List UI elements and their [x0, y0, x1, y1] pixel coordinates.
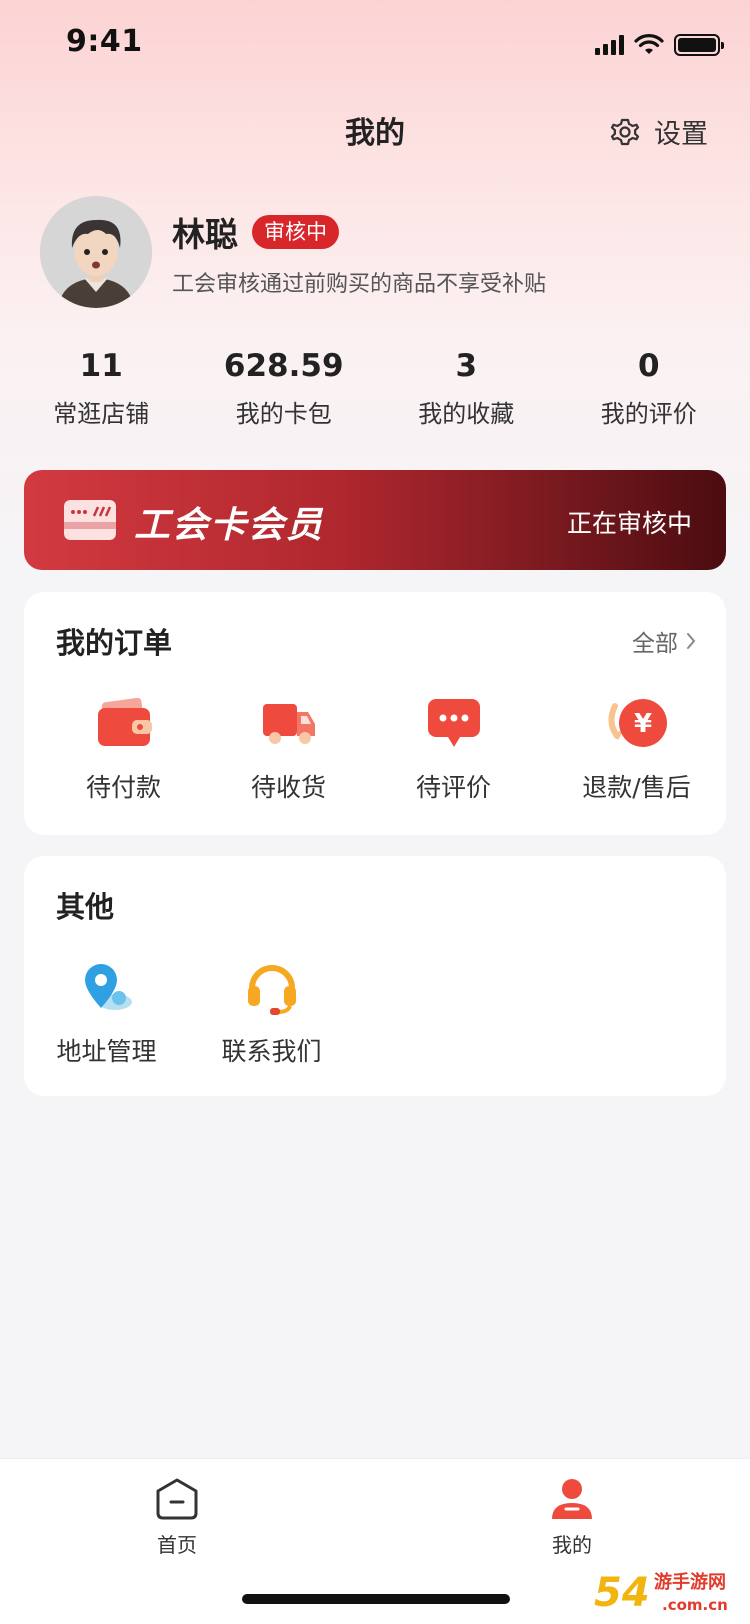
- headset-icon: [247, 965, 296, 1015]
- other-item-label: 地址管理: [56, 1037, 157, 1066]
- tab-home-label: 首页: [157, 1533, 197, 1557]
- tab-mine[interactable]: 我的: [522, 1477, 622, 1558]
- orders-card: 我的订单 全部 待付款 待收货 待评价 ¥ 退款/售后: [24, 592, 726, 835]
- signal-icon: [595, 35, 624, 55]
- card-icon: [64, 500, 116, 540]
- stat-value: 0: [637, 348, 660, 384]
- status-time: 9:41: [66, 24, 143, 59]
- order-item-label: 退款/售后: [582, 773, 691, 802]
- subsidy-notice: 工会审核通过前购买的商品不享受补贴: [172, 272, 547, 297]
- stat-value: 3: [455, 348, 478, 384]
- battery-icon: [674, 34, 724, 56]
- order-refund-aftersale[interactable]: ¥ 退款/售后: [554, 692, 719, 804]
- stat-value: 11: [79, 348, 123, 384]
- svg-text:¥: ¥: [633, 709, 651, 739]
- profile-name-row: 林聪 审核中: [172, 208, 339, 256]
- order-pending-payment[interactable]: 待付款: [41, 692, 206, 804]
- orders-grid: 待付款 待收货 待评价 ¥ 退款/售后: [24, 692, 726, 804]
- stat-favorite-shops[interactable]: 11 常逛店铺: [10, 348, 193, 429]
- stat-collections[interactable]: 3 我的收藏: [375, 348, 558, 429]
- gear-icon: [610, 118, 640, 145]
- stats-row: 11 常逛店铺 628.59 我的卡包 3 我的收藏 0 我的评价: [10, 348, 740, 429]
- order-item-label: 待评价: [415, 773, 491, 802]
- stat-reviews[interactable]: 0 我的评价: [558, 348, 741, 429]
- others-title: 其他: [56, 890, 115, 924]
- home-icon: [156, 1478, 198, 1520]
- stat-label: 我的卡包: [235, 400, 332, 428]
- chevron-right-icon: [687, 633, 696, 649]
- order-item-label: 待收货: [250, 773, 326, 802]
- stat-label: 我的收藏: [418, 400, 515, 428]
- order-item-label: 待付款: [85, 773, 161, 802]
- status-bar: 9:41: [0, 0, 750, 92]
- order-pending-review[interactable]: 待评价: [371, 692, 536, 804]
- union-card-banner[interactable]: 工会卡会员 正在审核中: [24, 470, 726, 570]
- tab-home[interactable]: 首页: [127, 1477, 227, 1558]
- svg-text:游手游网: 游手游网: [654, 1571, 726, 1593]
- all-orders-label: 全部: [632, 631, 678, 657]
- settings-label: 设置: [654, 119, 708, 150]
- user-icon: [552, 1479, 592, 1519]
- contact-us[interactable]: 联系我们: [189, 956, 354, 1068]
- wallet-icon: [97, 698, 152, 746]
- banner-title: 工会卡会员: [134, 505, 325, 546]
- all-orders-link[interactable]: 全部: [632, 624, 696, 658]
- others-card: 其他 地址管理 联系我们: [24, 856, 726, 1096]
- stat-label: 我的评价: [600, 400, 697, 428]
- home-indicator[interactable]: [242, 1594, 510, 1604]
- location-icon: [84, 964, 132, 1010]
- orders-title: 我的订单: [56, 626, 173, 660]
- refund-icon: ¥: [608, 699, 667, 747]
- avatar[interactable]: [40, 196, 152, 308]
- site-watermark: 54 游手游网 .com.cn: [594, 1570, 728, 1616]
- other-item-label: 联系我们: [221, 1037, 322, 1066]
- settings-button[interactable]: 设置: [608, 112, 708, 151]
- stat-label: 常逛店铺: [53, 400, 150, 428]
- address-management[interactable]: 地址管理: [24, 956, 189, 1068]
- wifi-icon: [634, 34, 664, 54]
- svg-text:54: 54: [594, 1570, 650, 1616]
- truck-icon: [262, 704, 315, 744]
- stat-card-wallet[interactable]: 628.59 我的卡包: [193, 348, 376, 429]
- banner-status: 正在审核中: [566, 509, 692, 538]
- user-name: 林聪: [172, 215, 238, 254]
- comment-icon: [427, 699, 480, 747]
- avatar-image: [40, 196, 152, 308]
- others-grid: 地址管理 联系我们: [24, 956, 726, 1068]
- status-badge: 审核中: [252, 215, 339, 249]
- order-pending-receipt[interactable]: 待收货: [206, 692, 371, 804]
- svg-text:.com.cn: .com.cn: [662, 1596, 728, 1614]
- stat-value: 628.59: [223, 348, 344, 384]
- tab-mine-label: 我的: [552, 1533, 592, 1557]
- status-icons: [595, 34, 724, 56]
